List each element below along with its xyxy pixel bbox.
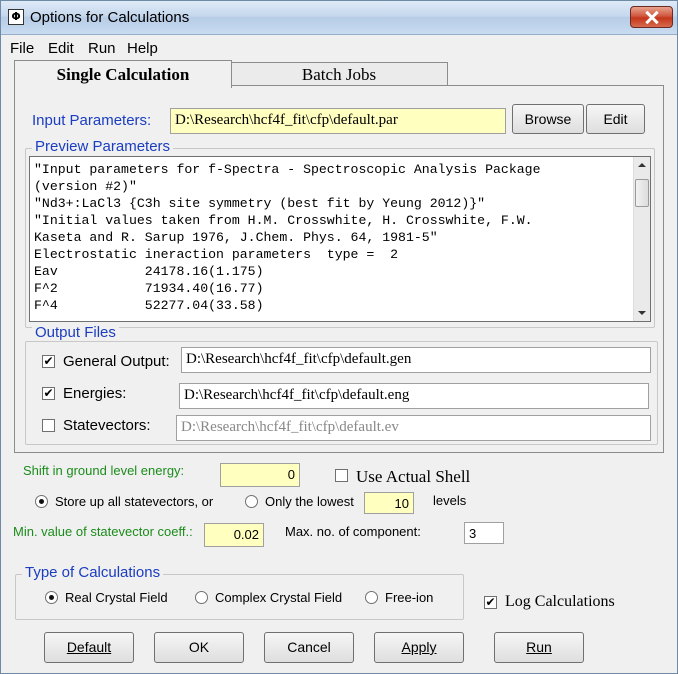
energies-checkbox[interactable]: ✔: [42, 387, 55, 400]
preview-parameters-title: Preview Parameters: [32, 138, 174, 155]
use-actual-shell-checkbox[interactable]: [335, 469, 348, 482]
menu-file[interactable]: File: [10, 40, 34, 57]
run-button[interactable]: Run: [494, 632, 584, 663]
menu-run[interactable]: Run: [88, 40, 116, 57]
lowest-levels-field[interactable]: 10: [364, 492, 414, 514]
single-calculation-panel: Input Parameters: D:\Research\hcf4f_fit\…: [14, 85, 664, 453]
min-coeff-label: Min. value of statevector coeff.:: [13, 524, 193, 539]
menu-edit[interactable]: Edit: [48, 40, 74, 57]
input-parameters-field[interactable]: D:\Research\hcf4f_fit\cfp\default.par: [170, 108, 506, 134]
menu-bar: File Edit Run Help: [1, 37, 677, 59]
scroll-up-icon[interactable]: [638, 163, 646, 167]
energies-field[interactable]: D:\Research\hcf4f_fit\cfp\default.eng: [179, 383, 649, 409]
real-crystal-field-label: Real Crystal Field: [65, 590, 168, 605]
log-calculations-label: Log Calculations: [505, 593, 615, 610]
general-output-field[interactable]: D:\Research\hcf4f_fit\cfp\default.gen: [181, 347, 651, 373]
max-component-field[interactable]: 3: [464, 522, 504, 544]
shift-ground-level-field[interactable]: 0: [220, 463, 300, 487]
output-files-title: Output Files: [32, 324, 119, 341]
title-bar[interactable]: Φ Options for Calculations: [1, 1, 677, 35]
menu-file-label: File: [10, 40, 35, 57]
only-lowest-label: Only the lowest: [265, 494, 354, 509]
general-output-label: General Output:: [63, 353, 170, 370]
statevectors-checkbox[interactable]: [42, 419, 55, 432]
max-component-label: Max. no. of component:: [285, 524, 421, 539]
statevectors-label: Statevectors:: [63, 417, 151, 434]
use-actual-shell-label: Use Actual Shell: [356, 467, 471, 486]
log-calculations-checkbox[interactable]: ✔: [484, 596, 497, 609]
energies-label: Energies:: [63, 385, 127, 402]
apply-button[interactable]: Apply: [374, 632, 464, 663]
window-title: Options for Calculations: [30, 9, 190, 26]
edit-button[interactable]: Edit: [586, 104, 645, 134]
cancel-button[interactable]: Cancel: [264, 632, 354, 663]
free-ion-label: Free-ion: [385, 590, 434, 605]
run-button-label: Run: [526, 639, 552, 655]
tab-batch-jobs[interactable]: Batch Jobs: [230, 62, 448, 86]
scroll-thumb[interactable]: [635, 179, 649, 207]
tab-single-calculation[interactable]: Single Calculation: [14, 60, 232, 88]
min-coeff-field[interactable]: 0.02: [204, 523, 264, 547]
store-all-radio[interactable]: [35, 495, 48, 508]
menu-edit-label: Edit: [48, 40, 74, 57]
shift-ground-level-label: Shift in ground level energy:: [23, 463, 185, 478]
preview-parameters-text: "Input parameters for f-Spectra - Spectr…: [34, 162, 541, 313]
close-button[interactable]: [630, 6, 673, 28]
type-of-calculations-title: Type of Calculations: [22, 564, 164, 581]
browse-button[interactable]: Browse: [512, 104, 584, 134]
preview-scrollbar[interactable]: [633, 157, 650, 321]
options-window: Φ Options for Calculations File Edit Run…: [0, 0, 678, 674]
ok-button[interactable]: OK: [154, 632, 244, 663]
levels-label: levels: [433, 493, 467, 508]
menu-help[interactable]: Help: [127, 40, 158, 57]
apply-button-label: Apply: [401, 639, 437, 655]
complex-crystal-field-label: Complex Crystal Field: [215, 590, 343, 605]
complex-crystal-field-radio[interactable]: [195, 591, 208, 604]
store-all-label: Store up all statevectors, or: [55, 494, 214, 509]
only-lowest-radio[interactable]: [245, 495, 258, 508]
menu-help-label: Help: [127, 40, 158, 57]
input-parameters-label: Input Parameters:: [32, 112, 152, 129]
scroll-down-icon[interactable]: [638, 311, 646, 315]
default-button-label: Default: [66, 639, 112, 655]
real-crystal-field-radio[interactable]: [45, 591, 58, 604]
default-button[interactable]: Default: [44, 632, 134, 663]
general-output-checkbox[interactable]: ✔: [42, 355, 55, 368]
free-ion-radio[interactable]: [365, 591, 378, 604]
preview-parameters-box[interactable]: "Input parameters for f-Spectra - Spectr…: [29, 156, 651, 322]
app-icon: Φ: [8, 9, 24, 25]
menu-run-label: Run: [88, 40, 116, 57]
statevectors-field[interactable]: D:\Research\hcf4f_fit\cfp\default.ev: [176, 415, 651, 441]
